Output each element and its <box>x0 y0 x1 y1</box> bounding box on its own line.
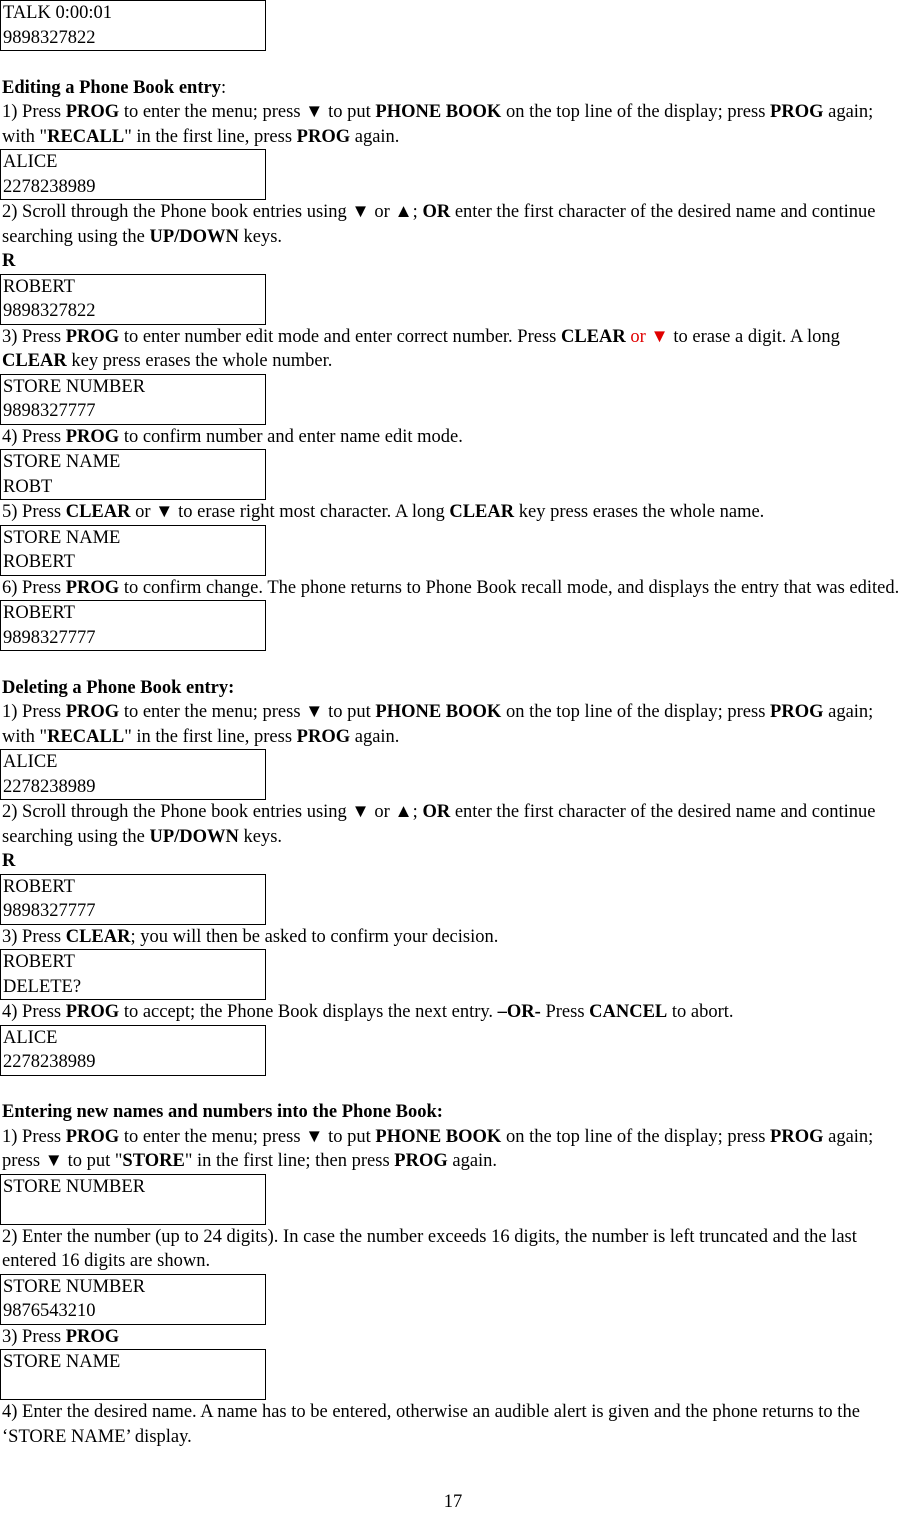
deleting-step-3: 3) Press CLEAR; you will then be asked t… <box>2 926 499 947</box>
section-title-deleting: Deleting a Phone Book entry: <box>2 677 235 698</box>
display-line-2: 9898327777 <box>3 901 96 921</box>
red-or-down-arrow: or ▼ <box>625 326 669 347</box>
entering-step-2: 2) Enter the number (up to 24 digits). I… <box>2 1226 857 1272</box>
display-robert-old: ROBERT 9898327822 <box>0 273 266 325</box>
display-line-2: 9898327822 <box>3 27 96 48</box>
section-title-editing: Editing a Phone Book entry: <box>2 77 227 98</box>
display-line-2: 2278238989 <box>3 1052 96 1072</box>
page-number: 17 <box>443 1492 463 1512</box>
display-line-1: ROBERT <box>3 603 75 623</box>
display-line-2 <box>3 1375 265 1400</box>
deleting-step-1: 1) Press PROG to enter the menu; press ▼… <box>2 702 874 747</box>
display-line-2: DELETE? <box>3 976 82 997</box>
display-store-number-empty: STORE NUMBER <box>0 1173 266 1225</box>
display-line-2: ROBERT <box>3 552 75 572</box>
display-line-1: STORE NAME <box>3 1352 121 1372</box>
display-line-2: ROBT <box>3 476 53 497</box>
display-robert-delete: ROBERT DELETE? <box>0 949 266 1000</box>
display-robert-new: ROBERT 9898327777 <box>0 873 266 925</box>
editing-step-2: 2) Scroll through the Phone book entries… <box>2 202 876 247</box>
display-line-1: STORE NUMBER <box>3 376 146 397</box>
display-store-name-robt: STORE NAME ROBT <box>0 449 266 500</box>
display-line-2: 9898327777 <box>3 401 96 421</box>
display-line-1: STORE NUMBER <box>3 1176 146 1197</box>
manual-page: TALK 0:00:01 9898327822 Editing a Phone … <box>0 0 906 1449</box>
display-line-2: 2278238989 <box>3 776 96 797</box>
display-line-1: ROBERT <box>3 876 75 897</box>
editing-step-5: 5) Press CLEAR or ▼ to erase right most … <box>2 502 765 522</box>
display-alice: ALICE 2278238989 <box>0 749 266 800</box>
search-character: R <box>2 251 16 271</box>
editing-step-1: 1) Press PROG to enter the menu; press ▼… <box>2 102 874 147</box>
display-line-2: 9876543210 <box>3 1301 96 1321</box>
display-alice: ALICE 2278238989 <box>0 149 266 200</box>
display-line-2: 9898327822 <box>3 301 96 321</box>
display-line-1: STORE NAME <box>3 527 121 548</box>
display-line-2 <box>3 1199 265 1224</box>
entering-step-4: 4) Enter the desired name. A name has to… <box>2 1402 860 1447</box>
display-line-1: STORE NAME <box>3 452 121 472</box>
display-line-2: 2278238989 <box>3 176 96 197</box>
display-line-1: ALICE <box>3 1027 58 1048</box>
editing-step-4: 4) Press PROG to confirm number and ente… <box>2 426 463 447</box>
section-title-entering: Entering new names and numbers into the … <box>2 1102 443 1122</box>
display-store-number-edit: STORE NUMBER 9898327777 <box>0 373 266 425</box>
display-line-2: 9898327777 <box>3 627 96 648</box>
entering-step-1: 1) Press PROG to enter the menu; press ▼… <box>2 1126 874 1172</box>
editing-step-3: 3) Press PROG to enter number edit mode … <box>2 326 840 372</box>
display-line-1: ALICE <box>3 152 58 172</box>
display-robert-new: ROBERT 9898327777 <box>0 600 266 651</box>
display-line-1: ROBERT <box>3 276 75 297</box>
display-store-name-robert: STORE NAME ROBERT <box>0 524 266 576</box>
display-store-name-empty: STORE NAME <box>0 1349 266 1400</box>
display-line-1: STORE NUMBER <box>3 1276 146 1297</box>
search-character: R <box>2 851 16 871</box>
deleting-step-4: 4) Press PROG to accept; the Phone Book … <box>2 1002 734 1022</box>
editing-step-6: 6) Press PROG to confirm change. The pho… <box>2 577 900 598</box>
display-store-number-new: STORE NUMBER 9876543210 <box>0 1273 266 1325</box>
entering-step-3: 3) Press PROG <box>2 1326 120 1347</box>
deleting-step-2: 2) Scroll through the Phone book entries… <box>2 802 876 847</box>
display-line-1: ROBERT <box>3 952 75 972</box>
display-talk: TALK 0:00:01 9898327822 <box>0 0 266 51</box>
display-line-1: TALK 0:00:01 <box>3 3 112 23</box>
display-line-1: ALICE <box>3 752 58 772</box>
display-alice: ALICE 2278238989 <box>0 1024 266 1076</box>
